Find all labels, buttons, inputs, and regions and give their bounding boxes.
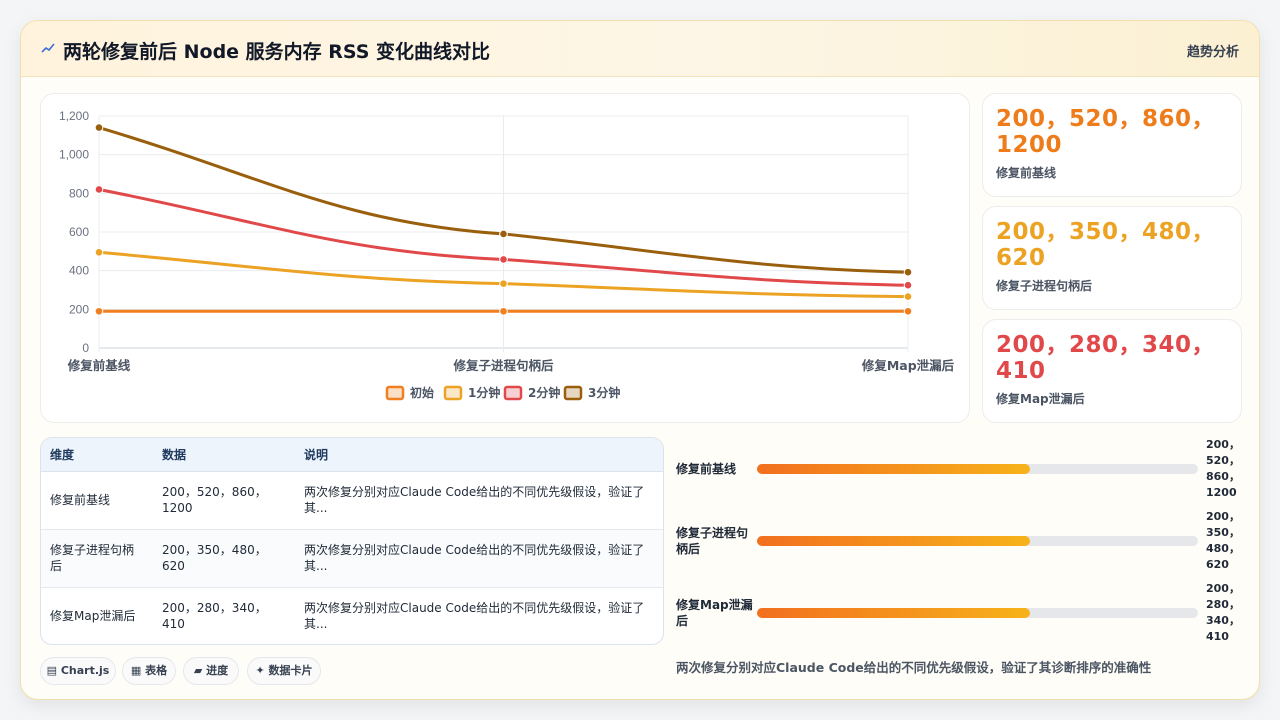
- y-tick-label: 1,000: [59, 148, 89, 162]
- data-point: [499, 279, 508, 288]
- y-tick-label: 400: [69, 264, 89, 278]
- chip-table[interactable]: ▦ 表格: [122, 657, 176, 685]
- cell-description: 两次修复分别对应Claude Code给出的不同优先级假设，验证了其...: [295, 471, 663, 530]
- table-row: 修复前基线 200，520，860，1200 两次修复分别对应Claude Co…: [41, 471, 663, 530]
- progress-label: 修复子进程句柄后: [676, 526, 749, 556]
- footer-note: 两次修复分别对应Claude Code给出的不同优先级假设，验证了其诊断排序的准…: [676, 660, 1152, 675]
- stat-label: 修复Map泄漏后: [996, 392, 1085, 406]
- data-point: [903, 267, 913, 277]
- legend-label: 1分钟: [468, 385, 500, 400]
- data-point: [94, 248, 104, 257]
- data-point: [499, 229, 508, 239]
- trend-icon: [41, 43, 55, 53]
- cell-description: 两次修复分别对应Claude Code给出的不同优先级假设，验证了其...: [295, 529, 663, 588]
- progress-value: 200，280，340，410: [1206, 582, 1240, 643]
- chip-data-card[interactable]: ✦ 数据卡片: [247, 657, 321, 685]
- progress-track: [757, 464, 1198, 474]
- cell-data: 200，280，340，410: [162, 601, 267, 632]
- data-point: [903, 280, 913, 290]
- progress-row-baseline: 修复前基线 200，520，860，1200: [676, 438, 1246, 501]
- stat-card-map-fix: 200，280，340，410 修复Map泄漏后: [982, 319, 1242, 423]
- progress-fill: [757, 608, 1031, 618]
- data-table-card: 维度 数据 说明 修复前基线 200，520，860，1200 两次修复分别对应…: [40, 437, 664, 645]
- column-header-description: 说明: [295, 438, 663, 472]
- data-point: [499, 255, 508, 264]
- y-tick-label: 0: [82, 341, 89, 355]
- progress-value: 200，350，480，620: [1206, 510, 1240, 571]
- progress-fill: [757, 464, 1031, 474]
- stat-value: 200，520，860，1200: [996, 106, 1216, 158]
- line-chart-card: 0 200 400 600 800 1,000 1,200 修复前基线 修复子进程句柄后 修复Ma…: [40, 93, 970, 423]
- table-header-row: 维度 数据 说明: [41, 438, 663, 472]
- cell-dimension: 修复子进程句柄后: [41, 529, 153, 588]
- legend-label: 2分钟: [528, 385, 560, 400]
- legend-label: 3分钟: [588, 385, 620, 400]
- main-panel: 两轮修复前后 Node 服务内存 RSS 变化曲线对比 趋势分析 0 200 400…: [20, 20, 1260, 700]
- page-title: 两轮修复前后 Node 服务内存 RSS 变化曲线对比: [63, 41, 491, 63]
- stat-value: 200，350，480，620: [996, 219, 1216, 271]
- rss-line-chart: 0 200 400 600 800 1,000 1,200 修复前基线 修复子进程句柄后 修复Ma…: [59, 109, 955, 401]
- cell-dimension: 修复前基线: [41, 471, 153, 530]
- cell-dimension: 修复Map泄漏后: [50, 609, 136, 624]
- legend-swatch: [563, 385, 583, 401]
- data-table: 维度 数据 说明 修复前基线 200，520，860，1200 两次修复分别对应…: [41, 438, 663, 644]
- x-tick-label: 修复子进程句柄后: [452, 358, 554, 373]
- legend-swatch: [443, 385, 463, 401]
- column-header-dimension: 维度: [41, 438, 153, 472]
- data-point: [903, 306, 913, 316]
- y-tick-label: 600: [69, 225, 89, 239]
- progress-value: 200，520，860，1200: [1206, 438, 1240, 499]
- chip-chartjs[interactable]: ▤ Chart.js: [40, 657, 116, 685]
- trend-analysis-tag[interactable]: 趋势分析: [1187, 41, 1239, 60]
- progress-label: 修复前基线: [676, 462, 737, 476]
- x-tick-label: 修复前基线: [67, 358, 131, 373]
- stat-card-baseline: 200，520，860，1200 修复前基线: [982, 93, 1242, 197]
- header-bar: 两轮修复前后 Node 服务内存 RSS 变化曲线对比 趋势分析: [21, 21, 1259, 77]
- y-tick-label: 200: [69, 302, 89, 316]
- table-row: 修复子进程句柄后 200，350，480，620 两次修复分别对应Claude …: [41, 529, 663, 588]
- stat-label: 修复前基线: [996, 166, 1057, 180]
- column-header-data: 数据: [153, 438, 295, 472]
- table-row: 修复Map泄漏后 200，280，340，410 两次修复分别对应Claude …: [41, 587, 663, 644]
- progress-label: 修复Map泄漏后: [676, 598, 753, 628]
- cell-description: 两次修复分别对应Claude Code给出的不同优先级假设，验证了其...: [304, 601, 645, 632]
- legend-label: 初始: [410, 385, 434, 400]
- data-point: [499, 306, 508, 316]
- stat-label: 修复子进程句柄后: [996, 279, 1093, 293]
- chip-progress[interactable]: ▰ 进度: [183, 657, 239, 685]
- data-point: [94, 306, 104, 316]
- y-tick-label: 800: [69, 186, 89, 200]
- x-tick-label: 修复Map泄漏后: [861, 358, 955, 373]
- progress-fill: [757, 536, 1031, 546]
- y-tick-label: 1,200: [59, 109, 89, 123]
- data-point: [94, 123, 104, 132]
- cell-data: 200，350，480，620: [153, 529, 295, 588]
- progress-track: [757, 608, 1198, 618]
- stat-card-subprocess-fix: 200，350，480，620 修复子进程句柄后: [982, 206, 1242, 310]
- stat-value: 200，280，340，410: [996, 332, 1216, 384]
- legend-swatch: [503, 385, 523, 401]
- data-point: [903, 292, 913, 301]
- legend-swatch: [385, 385, 405, 401]
- progress-row-subprocess-fix: 修复子进程句柄后 200，350，480，620: [676, 510, 1246, 573]
- cell-data: 200，520，860，1200: [153, 471, 295, 530]
- data-point: [94, 185, 104, 194]
- progress-row-map-fix: 修复Map泄漏后 200，280，340，410: [676, 582, 1246, 645]
- progress-track: [757, 536, 1198, 546]
